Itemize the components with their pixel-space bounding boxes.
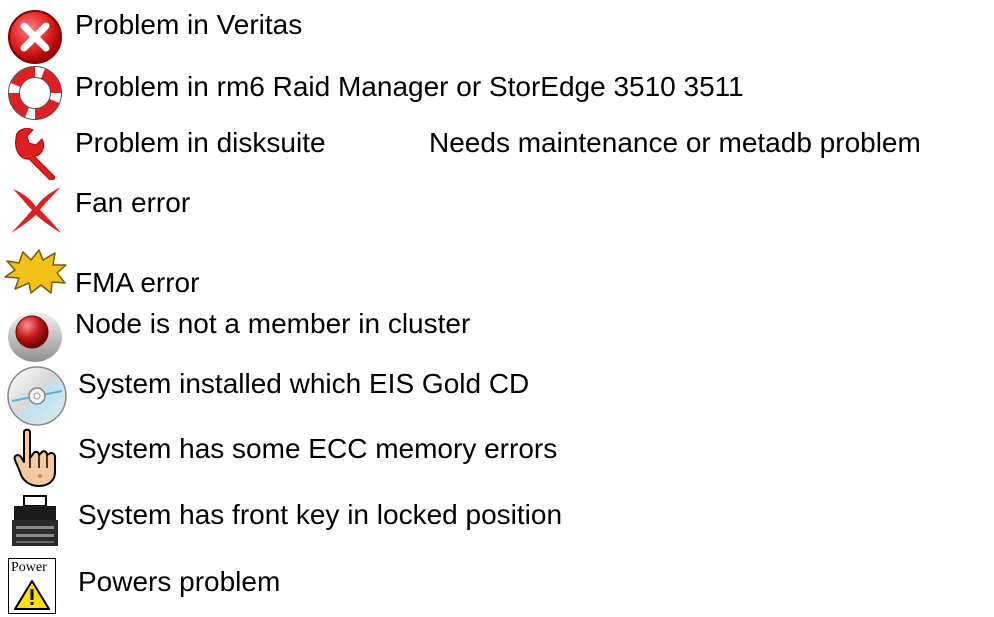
legend-item-fan: Fan error	[0, 176, 994, 236]
legend-item-frontkey: System has front key in locked position	[0, 486, 994, 546]
legend-label-veritas: Problem in Veritas	[75, 9, 303, 40]
legend-note-disksuite: Needs maintenance or metadb problem	[429, 127, 921, 158]
warning-triangle-icon	[14, 580, 50, 610]
legend-label-power: Powers problem	[78, 566, 281, 597]
legend-label-cluster: Node is not a member in cluster	[75, 308, 471, 339]
pointing-hand-icon	[13, 428, 56, 487]
legend-label-disksuite: Problem in disksuite	[75, 127, 326, 158]
red-button-icon	[8, 312, 62, 362]
legend-label-eis: System installed which EIS Gold CD	[78, 368, 530, 399]
legend-label-fan: Fan error	[75, 187, 191, 218]
yellow-burst-icon	[4, 249, 67, 294]
legend-label-rm6: Problem in rm6 Raid Manager or StorEdge …	[75, 71, 744, 102]
lifebuoy-icon	[8, 66, 62, 120]
legend-item-disksuite: Problem in disksuite Needs maintenance o…	[0, 118, 994, 180]
red-wrench-icon	[15, 127, 55, 180]
cd-disc-icon	[7, 366, 67, 426]
legend-item-fma: FMA error	[0, 246, 994, 306]
legend-label-frontkey: System has front key in locked position	[78, 499, 563, 530]
legend-item-ecc: System has some ECC memory errors	[0, 424, 994, 487]
power-warning-icon: Power	[8, 558, 56, 614]
legend-label-fma: FMA error	[75, 267, 200, 298]
legend-item-eis: System installed which EIS Gold CD	[0, 362, 994, 426]
red-x-circle-icon	[8, 10, 62, 64]
legend-label-ecc: System has some ECC memory errors	[78, 433, 558, 464]
legend-item-cluster: Node is not a member in cluster	[0, 302, 994, 362]
locked-key-icon	[12, 495, 58, 546]
power-icon-text: Power	[11, 560, 47, 575]
legend-page: { "legend": { "veritas": { "icon": "red-…	[0, 0, 994, 617]
red-fan-x-icon	[11, 187, 61, 233]
legend-item-rm6: Problem in rm6 Raid Manager or StorEdge …	[0, 62, 994, 122]
legend-item-power: Power Powers problem	[0, 556, 994, 616]
legend-item-veritas: Problem in Veritas	[0, 2, 994, 64]
